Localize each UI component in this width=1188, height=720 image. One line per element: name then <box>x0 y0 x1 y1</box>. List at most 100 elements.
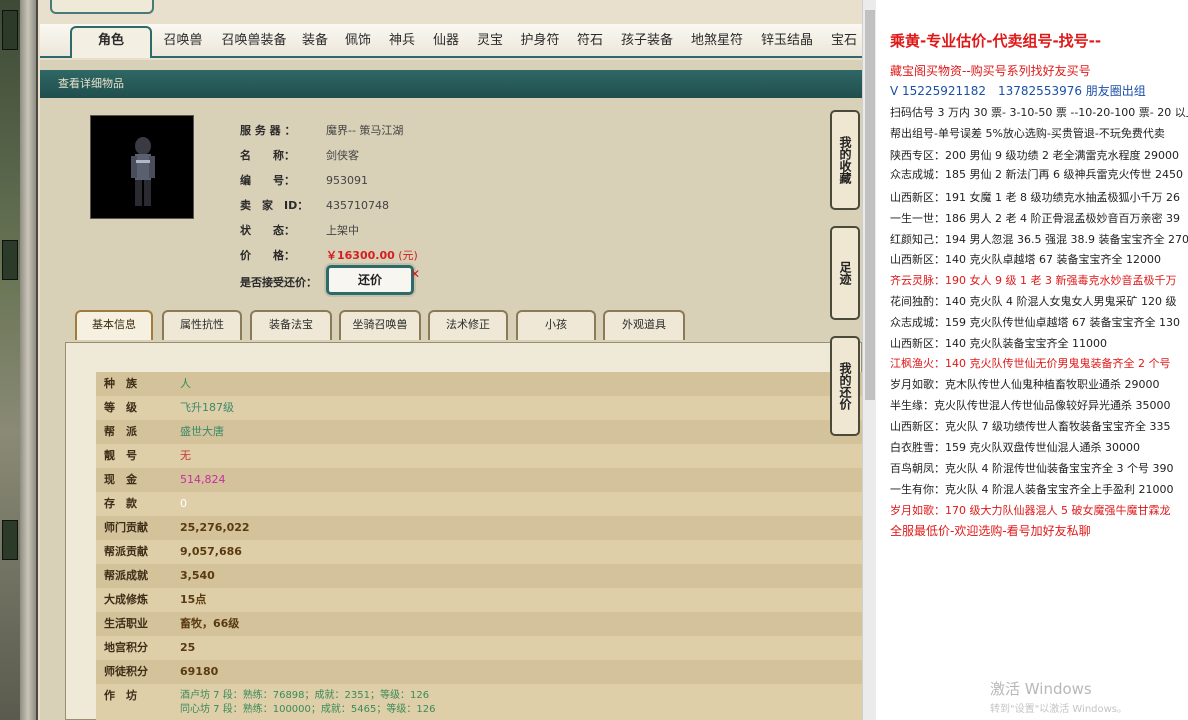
doc-line: 一生一世：186 男人 2 老 4 阶正骨混孟极妙音百万亲密 39 <box>890 212 1180 225</box>
attr-value: 无 <box>180 449 191 462</box>
doc-line: 白衣胜雪：159 克火队双盘传世仙混人通杀 30000 <box>890 441 1140 454</box>
doc-title: 乘黄-专业估价-代卖组号-找号-- <box>890 32 1102 50</box>
attr-key: 现 金 <box>104 473 137 486</box>
tab-divine-weapon[interactable]: 神兵 <box>384 30 420 58</box>
doc-line: 陕西专区：200 男仙 9 级功绩 2 老全满雷克水程度 29000 <box>890 149 1179 162</box>
doc-line: 齐云灵脉：190 女人 9 级 1 老 3 新强毒克水妙音孟极千万 <box>890 274 1177 287</box>
doc-line: 全服最低价-欢迎选购-看号加好友私聊 <box>890 524 1091 538</box>
attr-value: 514,824 <box>180 473 226 486</box>
doc-line: 众志成城：185 男仙 2 新法门再 6 级神兵雷克火传世 2450 <box>890 168 1183 181</box>
tab-accessory[interactable]: 佩饰 <box>340 30 376 58</box>
subtab-appearance[interactable]: 外观道具 <box>603 310 685 340</box>
attr-key: 靓 号 <box>104 449 137 462</box>
attr-value: 飞升187级 <box>180 401 234 414</box>
attr-row: 大成修炼 15点 <box>96 588 863 612</box>
tab-summon-equip[interactable]: 召唤兽装备 <box>216 30 292 58</box>
my-favorites-button[interactable]: 我的收藏 <box>830 110 860 210</box>
tab-child-equip[interactable]: 孩子装备 <box>616 30 678 58</box>
attr-key: 师徒积分 <box>104 665 148 678</box>
tab-jade-crystal[interactable]: 锌玉结晶 <box>756 30 818 58</box>
attr-value: 15点 <box>180 593 207 606</box>
close-icon[interactable]: ✕ <box>410 267 420 281</box>
info-seller: 卖 家 ID： 435710748 <box>240 197 389 213</box>
attr-row: 帮 派 盛世大唐 <box>96 420 863 444</box>
attr-key: 种 族 <box>104 377 137 390</box>
attr-row: 生活职业 畜牧，66级 <box>96 612 863 636</box>
desktop-thumbnail <box>2 10 18 50</box>
window-rail <box>20 0 36 720</box>
attr-row: 靓 号无 <box>96 444 863 468</box>
price-unit: (元) <box>398 249 418 262</box>
attr-key: 生活职业 <box>104 617 148 630</box>
my-counter-offers-button[interactable]: 我的还价 <box>830 336 860 436</box>
doc-line: 藏宝阁买物资--购买号系列找好友买号 <box>890 64 1091 78</box>
info-counter: 是否接受还价： <box>240 274 326 290</box>
footprint-button[interactable]: 足迹 <box>830 226 860 320</box>
workshop-line: 同心坊 7 段：熟练：100000；成就：5465；等级：126 <box>180 704 436 715</box>
doc-line: 百鸟朝凤：克火队 4 阶混传世仙装备宝宝齐全 3 个号 390 <box>890 462 1174 475</box>
attr-value: 69180 <box>180 665 219 678</box>
id-value: 953091 <box>326 174 368 187</box>
attr-row: 种 族人 <box>96 372 863 396</box>
text-document[interactable]: 乘黄-专业估价-代卖组号-找号-- 藏宝阁买物资--购买号系列找好友买号 V 1… <box>876 0 1188 720</box>
item-detail-panel: 查看详细物品 服 务 器 ： 魔界-- 策马江湖 名 称： 剑侠客 编 号： 9530… <box>40 60 863 720</box>
section-title: 查看详细物品 <box>40 70 862 98</box>
subtab-spell-correction[interactable]: 法术修正 <box>428 310 508 340</box>
desktop-thumbnail <box>2 520 18 560</box>
attr-value: 0 <box>180 497 187 510</box>
seller-value: 435710748 <box>326 199 389 212</box>
attr-value: 畜牧，66级 <box>180 617 240 630</box>
activation-watermark-title: 激活 Windows <box>990 680 1092 698</box>
attr-row: 师门贡献 25,276,022 <box>96 516 863 540</box>
price-label: 价 格： <box>240 249 295 262</box>
doc-line: 扫码估号 3 万内 30 票- 3-10-50 票 --10-20-100 票-… <box>890 106 1188 119</box>
name-label: 名 称： <box>240 149 295 162</box>
doc-line: 岁月如歌：克木队传世人仙鬼种植畜牧职业通杀 29000 <box>890 378 1160 391</box>
server-label: 服 务 器 ： <box>240 124 296 137</box>
desktop-thumbnail <box>2 240 18 280</box>
tab-star-rune[interactable]: 地煞星符 <box>686 30 748 58</box>
info-name: 名 称： 剑侠客 <box>240 147 359 163</box>
attr-key: 帮派成就 <box>104 569 148 582</box>
tab-gem[interactable]: 宝石 <box>826 30 862 58</box>
id-label: 编 号： <box>240 174 295 187</box>
doc-line: 一生有你：克火队 4 阶混人装备宝宝齐全上手盈利 21000 <box>890 483 1174 496</box>
tab-summon[interactable]: 召唤兽 <box>158 30 208 58</box>
attr-value: 盛世大唐 <box>180 425 224 438</box>
tab-amulet[interactable]: 护身符 <box>516 30 564 58</box>
vertical-scrollbar[interactable] <box>862 0 876 720</box>
subtab-attributes[interactable]: 属性抗性 <box>162 310 242 340</box>
counter-label: 是否接受还价： <box>240 276 317 289</box>
info-status: 状 态： 上架中 <box>240 222 359 238</box>
attr-value: 9,057,686 <box>180 545 242 558</box>
scrollbar-thumb[interactable] <box>865 10 875 400</box>
subtab-child[interactable]: 小孩 <box>516 310 596 340</box>
subtab-mount-summon[interactable]: 坐骑召唤兽 <box>339 310 421 340</box>
attr-row: 作 坊 酒卢坊 7 段：熟练：76898；成就：2351；等级：126 同心坊 … <box>96 684 863 720</box>
doc-line: 山西新区：140 克火队卓越塔 67 装备宝宝齐全 12000 <box>890 253 1161 266</box>
tab-role[interactable]: 角色 <box>70 26 152 58</box>
tab-spirit-treasure[interactable]: 灵宝 <box>472 30 508 58</box>
attr-key: 地宫积分 <box>104 641 148 654</box>
attr-value: 25 <box>180 641 196 654</box>
doc-line: 山西新区：191 女魔 1 老 8 级功绩克水抽孟极狐小千万 26 <box>890 191 1180 204</box>
doc-line: V 15225921182 13782553976 朋友圈出组 <box>890 84 1146 98</box>
tab-equipment[interactable]: 装备 <box>298 30 332 58</box>
server-value: 魔界-- 策马江湖 <box>326 124 404 137</box>
character-figure-icon <box>131 137 155 206</box>
doc-line: 山西新区：140 克火队装备宝宝齐全 11000 <box>890 337 1107 350</box>
attr-key: 大成修炼 <box>104 593 148 606</box>
tab-rune-stone[interactable]: 符石 <box>572 30 608 58</box>
doc-line: 山西新区：克火队 7 级功绩传世人畜牧装备宝宝齐全 335 <box>890 420 1171 433</box>
info-price: 价 格： ￥16300.00 (元) <box>240 247 418 263</box>
attr-row: 帮派成就 3,540 <box>96 564 863 588</box>
attr-key: 帮 派 <box>104 425 137 438</box>
attr-key: 师门贡献 <box>104 521 148 534</box>
doc-line: 帮出组号-单号误差 5%放心选购-买贵管退-不玩免费代卖 <box>890 127 1165 140</box>
counter-offer-button[interactable]: 还价 <box>326 265 414 295</box>
info-id: 编 号： 953091 <box>240 172 368 188</box>
subtab-basic-info[interactable]: 基本信息 <box>75 310 153 340</box>
tab-fairy-artifact[interactable]: 仙器 <box>428 30 464 58</box>
price-value: ￥16300.00 <box>326 249 395 262</box>
subtab-equipment[interactable]: 装备法宝 <box>250 310 332 340</box>
